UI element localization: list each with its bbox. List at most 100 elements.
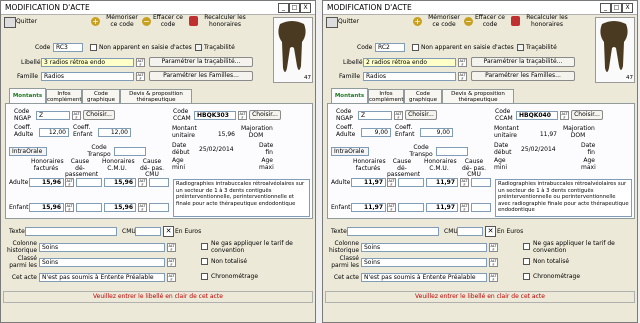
texte-input[interactable] xyxy=(347,227,439,236)
enfant-alt-button[interactable]: ALT F xyxy=(387,203,396,212)
enfant-cmu-alt-button[interactable]: ALT F xyxy=(460,203,469,212)
quit-button[interactable]: Quitter xyxy=(338,18,359,25)
enfant-cmu-alt-button[interactable]: ALT F xyxy=(138,203,147,212)
coeff-adulte-input[interactable]: 12,00 xyxy=(39,128,69,137)
classe-alt-button[interactable]: ALT F xyxy=(489,258,498,267)
minimize-button[interactable]: _ xyxy=(278,3,289,13)
enfant-cmu-input[interactable]: 11,97 xyxy=(426,203,458,212)
tab-devis[interactable]: Devis & proposition thérapeutique xyxy=(442,89,514,104)
adulte-cause-cmu-input[interactable] xyxy=(149,178,169,187)
tab-infos[interactable]: Infos complément. xyxy=(368,89,405,104)
recalculer-icon[interactable] xyxy=(511,16,520,26)
non-totalise-checkbox[interactable] xyxy=(201,258,208,265)
efface-icon[interactable]: − xyxy=(464,17,473,26)
tab-devis[interactable]: Devis & proposition thérapeutique xyxy=(120,89,192,104)
tab-montants[interactable]: Montants xyxy=(331,88,368,104)
efface-button[interactable]: Effacer ce code xyxy=(152,14,184,28)
adulte-alt-button[interactable]: ALT F xyxy=(387,178,396,187)
famille-alt-button[interactable]: ALT F xyxy=(458,72,467,81)
recalculer-button[interactable]: Recalculer les honoraires xyxy=(199,14,251,28)
intraorale-select[interactable]: IntraOrale xyxy=(9,147,47,156)
clear-icon[interactable]: ✕ xyxy=(163,226,174,237)
ne-pas-appliquer-checkbox[interactable] xyxy=(523,243,530,250)
cmu-input[interactable] xyxy=(457,227,483,236)
classe-select[interactable]: Soins xyxy=(39,258,165,267)
memorise-icon[interactable]: + xyxy=(91,17,100,26)
tab-infos[interactable]: Infos complément. xyxy=(46,89,83,104)
coeff-adulte-input[interactable]: 9,00 xyxy=(361,128,391,137)
ccam-alt-button[interactable]: ALT F xyxy=(238,111,247,120)
efface-button[interactable]: Effacer ce code xyxy=(474,14,506,28)
enfant-cmu-input[interactable]: 15,96 xyxy=(104,203,136,212)
cet-acte-select[interactable]: N'est pas soumis à Entente Préalable xyxy=(39,273,165,282)
quit-icon[interactable] xyxy=(326,17,338,28)
ngap-alt-button[interactable]: ALT F xyxy=(394,111,403,120)
adulte-cause-input[interactable] xyxy=(398,178,424,187)
code-input[interactable]: RC2 xyxy=(375,43,405,52)
code-ngap-input[interactable]: Z xyxy=(358,111,392,120)
non-totalise-checkbox[interactable] xyxy=(523,258,530,265)
enfant-honoraires-input[interactable]: 15,96 xyxy=(29,203,64,212)
libelle-input[interactable]: 3 radios rétroa endo xyxy=(41,58,134,67)
cmu-input[interactable] xyxy=(135,227,161,236)
classe-select[interactable]: Soins xyxy=(361,258,487,267)
tab-montants[interactable]: Montants xyxy=(9,88,46,104)
libelle-alt-button[interactable]: ALT F xyxy=(136,58,145,67)
enfant-alt-button[interactable]: ALT F xyxy=(65,203,74,212)
code-ccam-input[interactable]: HBQK040 xyxy=(516,111,558,120)
description-textarea[interactable]: Radiographies intrabuccales rétroalvéola… xyxy=(173,179,310,217)
minimize-button[interactable]: _ xyxy=(600,3,611,13)
enfant-cause-input[interactable] xyxy=(76,203,102,212)
memorise-button[interactable]: Mémoriser ce code xyxy=(102,14,142,28)
colonne-select[interactable]: Soins xyxy=(361,243,487,252)
recalculer-icon[interactable] xyxy=(189,16,198,26)
quit-icon[interactable] xyxy=(4,17,16,28)
adulte-alt-button[interactable]: ALT F xyxy=(65,178,74,187)
param-familles-button[interactable]: Paramétrer les Familles... xyxy=(471,71,575,81)
ccam-choisir-button[interactable]: Choisir... xyxy=(249,110,281,120)
code-input[interactable]: RC3 xyxy=(53,43,83,52)
enfant-cause-input[interactable] xyxy=(398,203,424,212)
code-transpo-input[interactable] xyxy=(114,147,146,156)
adulte-cmu-alt-button[interactable]: ALT F xyxy=(460,178,469,187)
tracabilite-checkbox[interactable] xyxy=(195,44,202,51)
date-debut-value[interactable]: 25/02/2014 xyxy=(199,146,234,153)
close-button[interactable]: X xyxy=(300,3,311,13)
ngap-alt-button[interactable]: ALT F xyxy=(72,111,81,120)
famille-alt-button[interactable]: ALT F xyxy=(136,72,145,81)
memorise-icon[interactable]: + xyxy=(413,17,422,26)
recalculer-button[interactable]: Recalculer les honoraires xyxy=(521,14,573,28)
date-debut-value[interactable]: 25/02/2014 xyxy=(521,146,556,153)
ccam-choisir-button[interactable]: Choisir... xyxy=(571,110,603,120)
maximize-button[interactable]: □ xyxy=(611,3,622,13)
enfant-cause-cmu-input[interactable] xyxy=(149,203,169,212)
cet-acte-alt-button[interactable]: ALT F xyxy=(489,273,498,282)
code-ngap-input[interactable]: Z xyxy=(36,111,70,120)
famille-select[interactable]: Radios xyxy=(363,72,456,81)
memorise-button[interactable]: Mémoriser ce code xyxy=(424,14,464,28)
cet-acte-select[interactable]: N'est pas soumis à Entente Préalable xyxy=(361,273,487,282)
param-tracabilite-button[interactable]: Paramétrer la traçabilité... xyxy=(471,57,575,67)
code-transpo-input[interactable] xyxy=(436,147,468,156)
adulte-honoraires-input[interactable]: 15,96 xyxy=(29,178,64,187)
famille-select[interactable]: Radios xyxy=(41,72,134,81)
quit-button[interactable]: Quitter xyxy=(16,18,37,25)
adulte-cmu-alt-button[interactable]: ALT F xyxy=(138,178,147,187)
code-ccam-input[interactable]: HBQK303 xyxy=(194,111,236,120)
libelle-input[interactable]: 2 radios rétroa endo xyxy=(363,58,456,67)
colonne-alt-button[interactable]: ALT F xyxy=(489,243,498,252)
non-apparent-checkbox[interactable] xyxy=(412,44,419,51)
enfant-honoraires-input[interactable]: 11,97 xyxy=(351,203,386,212)
coeff-enfant-input[interactable]: 9,00 xyxy=(420,128,453,137)
ngap-choisir-button[interactable]: Choisir... xyxy=(405,110,437,120)
ngap-choisir-button[interactable]: Choisir... xyxy=(83,110,115,120)
colonne-select[interactable]: Soins xyxy=(39,243,165,252)
ne-pas-appliquer-checkbox[interactable] xyxy=(201,243,208,250)
clear-icon[interactable]: ✕ xyxy=(485,226,496,237)
libelle-alt-button[interactable]: ALT F xyxy=(458,58,467,67)
param-tracabilite-button[interactable]: Paramétrer la traçabilité... xyxy=(149,57,253,67)
maximize-button[interactable]: □ xyxy=(289,3,300,13)
intraorale-select[interactable]: IntraOrale xyxy=(331,147,369,156)
tab-code-graphique[interactable]: Code graphique xyxy=(404,89,442,104)
cet-acte-alt-button[interactable]: ALT F xyxy=(167,273,176,282)
